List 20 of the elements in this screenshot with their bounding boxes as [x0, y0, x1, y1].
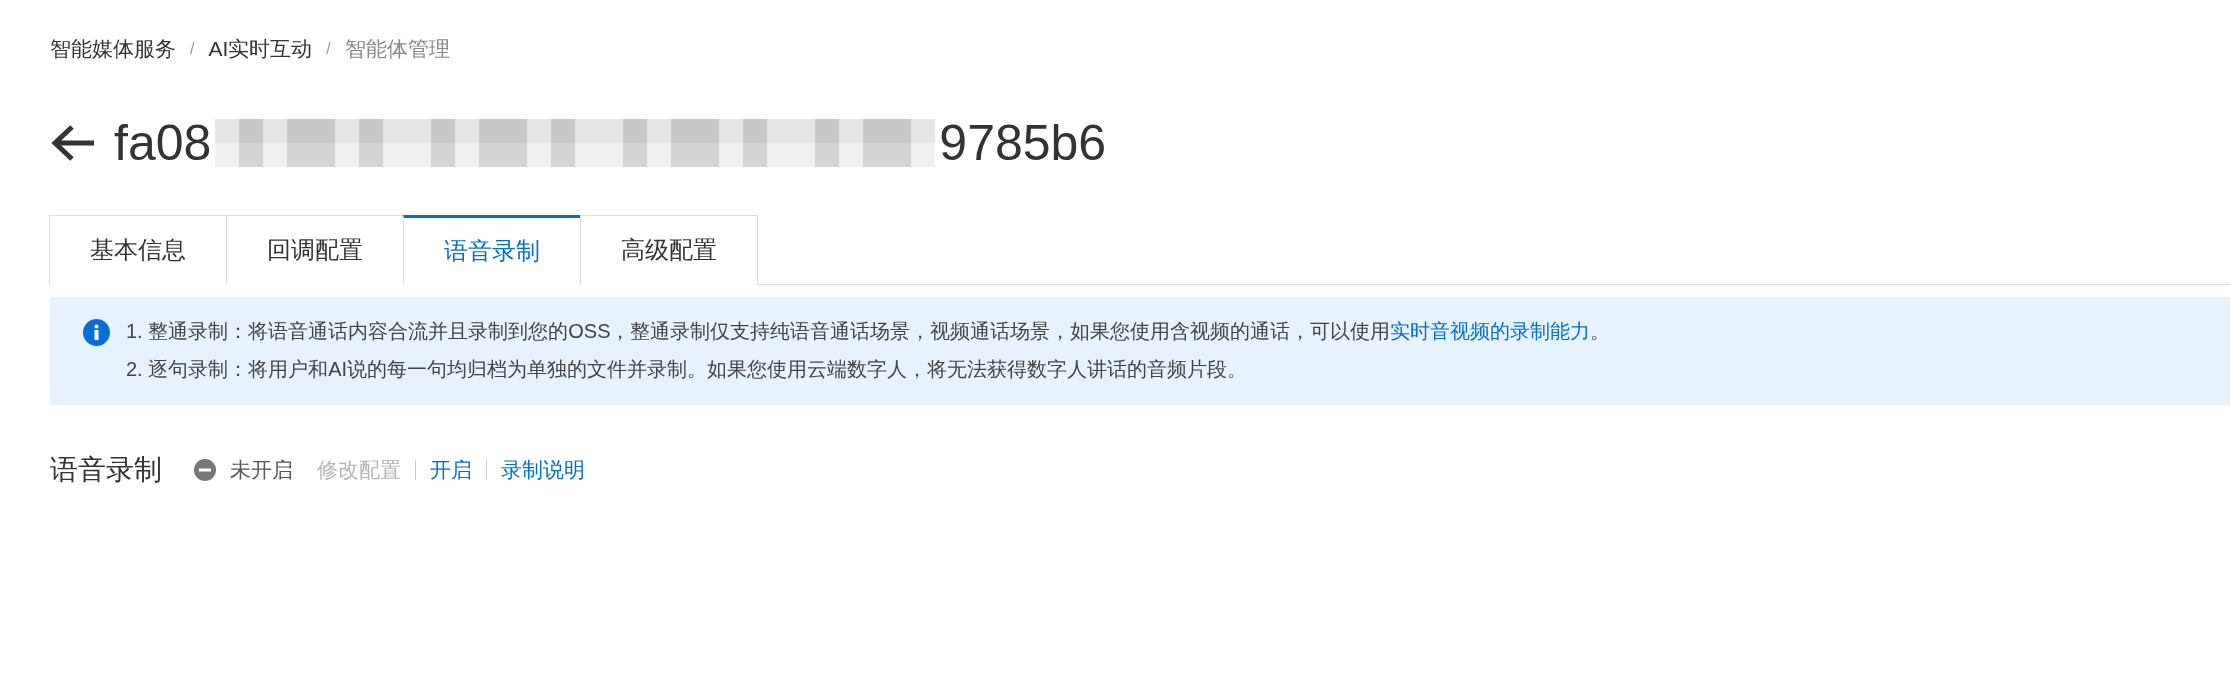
tab[interactable]: 语音录制	[403, 214, 581, 285]
breadcrumb-separator: /	[190, 38, 195, 59]
section-title: 语音录制	[50, 452, 162, 487]
tab[interactable]: 基本信息	[49, 214, 227, 285]
status-label: 未开启	[230, 456, 293, 483]
tab[interactable]: 回调配置	[226, 214, 404, 285]
agent-id-title: 9785b6	[939, 117, 1107, 168]
breadcrumb-item: 智能体管理	[344, 36, 450, 62]
notice-text: 1. 整通录制：将语音通话内容合流并且录制到您的OSS，整通录制仅支持纯语音通话场景，视频通话场景，如果您使用含视频的通话，可以使用实时音视频的录制能力。	[126, 318, 1611, 344]
action-link[interactable]: 开启	[430, 453, 472, 486]
back-arrow-icon[interactable]	[50, 122, 96, 163]
notice-text: 2. 逐句录制：将用户和AI说的每一句均归档为单独的文件并录制。如果您使用云端数字人，将无法获得数字人讲话的音频片段。	[126, 356, 1249, 382]
tab[interactable]: 高级配置	[580, 214, 758, 285]
breadcrumb-separator: /	[326, 38, 331, 59]
action-link[interactable]: 录制说明	[501, 453, 585, 486]
recording-capability-link[interactable]: 实时音视频的录制能力	[1390, 319, 1591, 342]
info-icon	[83, 318, 110, 346]
breadcrumb-item[interactable]: AI实时互动	[208, 33, 313, 65]
breadcrumb-item[interactable]: 智能媒体服务	[50, 33, 176, 65]
agent-id-title: fa08	[114, 117, 212, 168]
